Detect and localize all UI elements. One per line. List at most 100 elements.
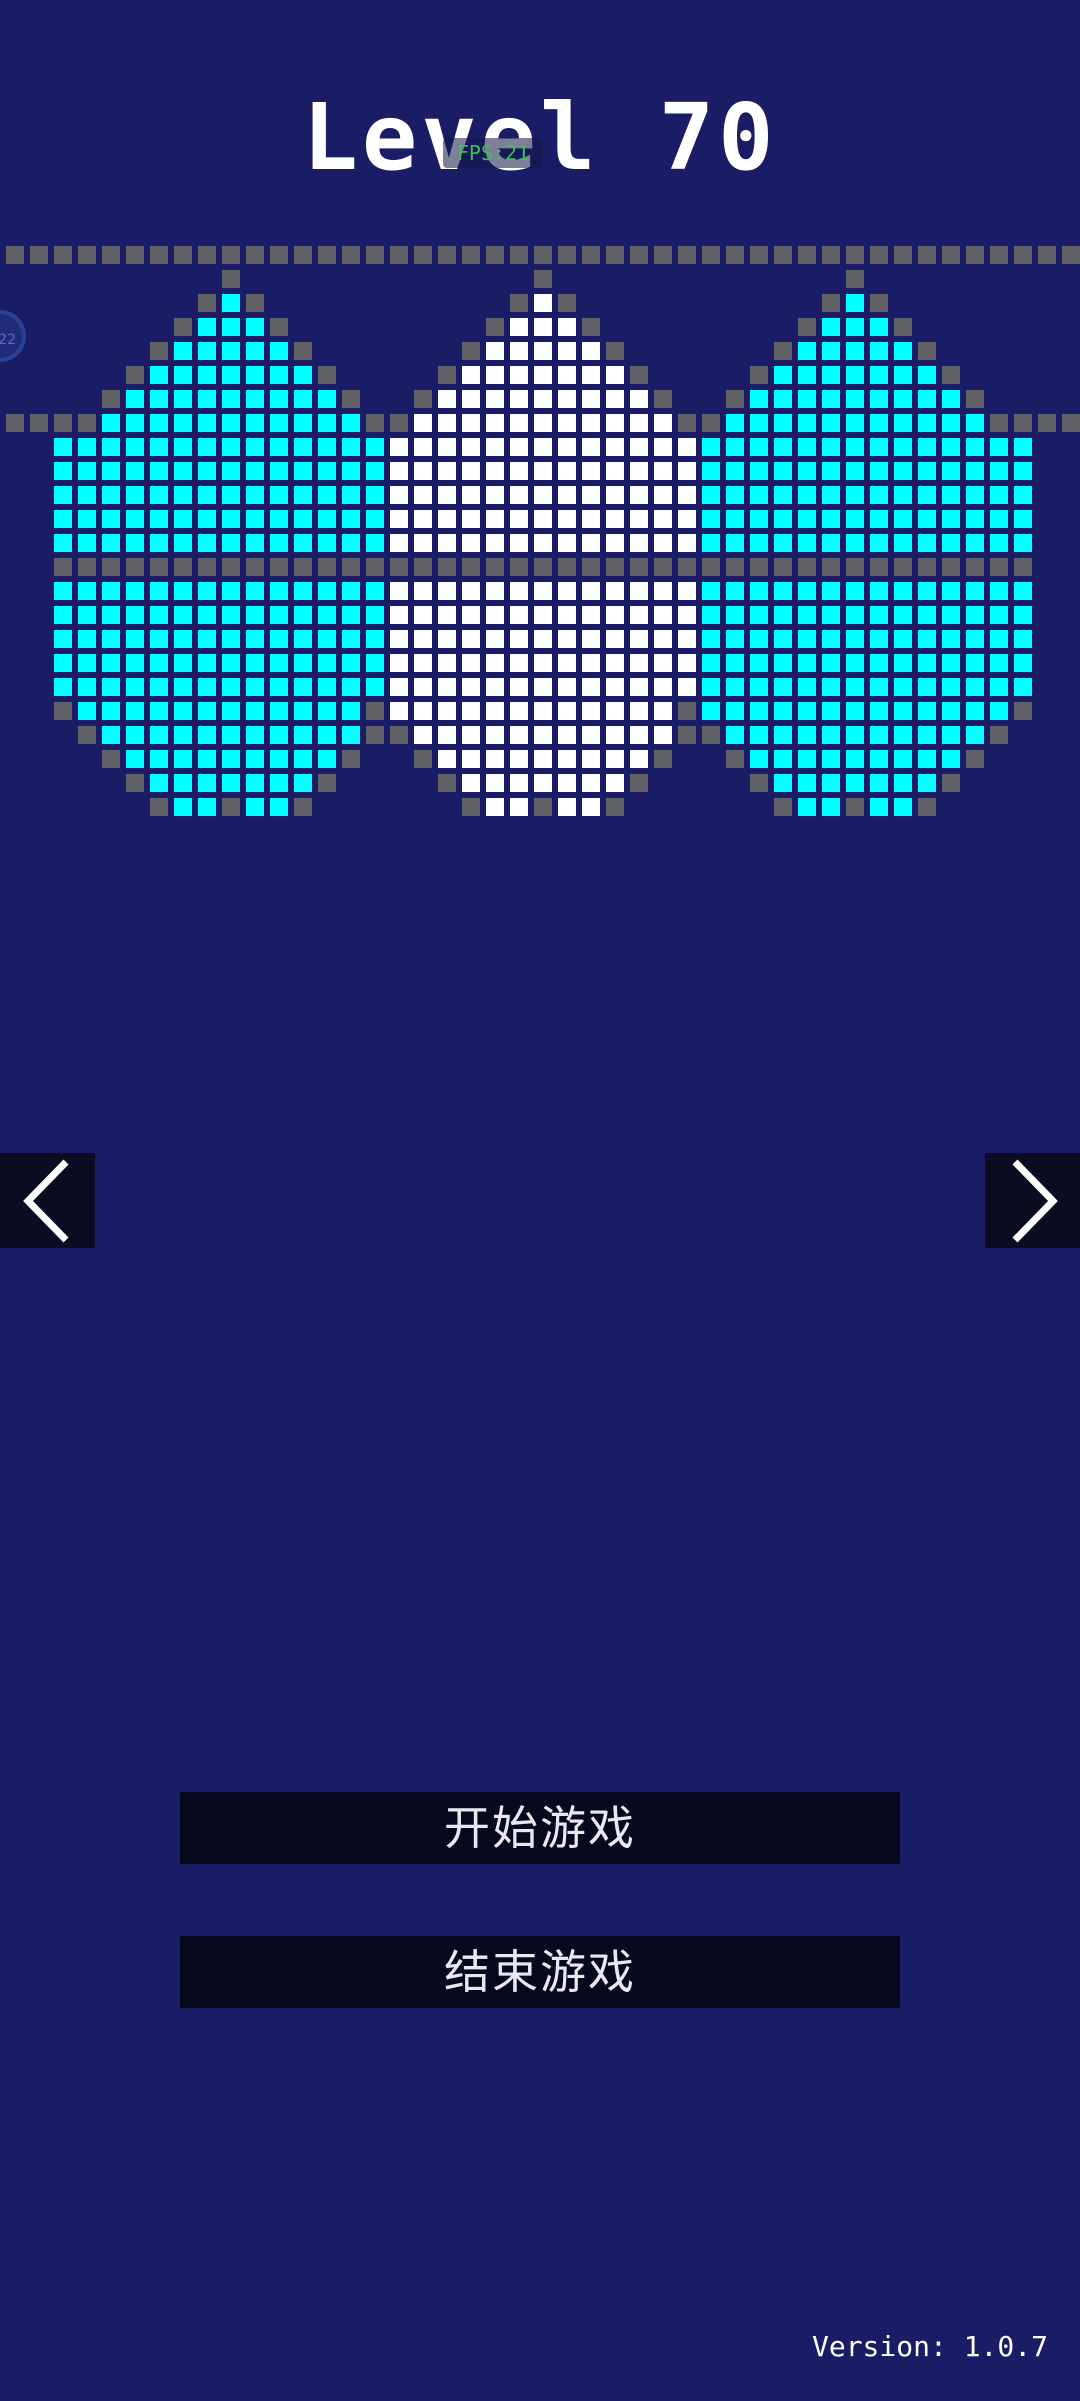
wall-tile <box>774 798 792 816</box>
wall-tile <box>78 558 96 576</box>
cyan-tile <box>78 630 96 648</box>
wall-tile <box>270 318 288 336</box>
white-tile <box>582 438 600 456</box>
wall-tile <box>1062 246 1080 264</box>
cyan-tile <box>822 318 840 336</box>
cyan-tile <box>798 750 816 768</box>
white-tile <box>462 582 480 600</box>
cyan-tile <box>174 462 192 480</box>
cyan-tile <box>942 462 960 480</box>
cyan-tile <box>54 606 72 624</box>
wall-tile <box>678 414 696 432</box>
white-tile <box>414 534 432 552</box>
cyan-tile <box>942 654 960 672</box>
wall-tile <box>1038 414 1056 432</box>
cyan-tile <box>126 654 144 672</box>
cyan-tile <box>246 534 264 552</box>
white-tile <box>606 630 624 648</box>
white-tile <box>582 462 600 480</box>
white-tile <box>630 606 648 624</box>
white-tile <box>582 414 600 432</box>
cyan-tile <box>894 726 912 744</box>
cyan-tile <box>846 606 864 624</box>
cyan-tile <box>102 534 120 552</box>
wall-tile <box>846 270 864 288</box>
cyan-tile <box>246 798 264 816</box>
wall-tile <box>390 414 408 432</box>
white-tile <box>630 390 648 408</box>
cyan-tile <box>246 678 264 696</box>
wall-tile <box>198 246 216 264</box>
previous-level-button[interactable] <box>0 1153 95 1248</box>
white-tile <box>582 390 600 408</box>
cyan-tile <box>222 750 240 768</box>
cyan-tile <box>246 726 264 744</box>
cyan-tile <box>150 774 168 792</box>
cyan-tile <box>774 726 792 744</box>
cyan-tile <box>966 510 984 528</box>
start-game-button[interactable]: 开始游戏 <box>180 1792 900 1864</box>
cyan-tile <box>126 726 144 744</box>
wall-tile <box>126 558 144 576</box>
cyan-tile <box>342 414 360 432</box>
white-tile <box>558 750 576 768</box>
cyan-tile <box>246 390 264 408</box>
cyan-tile <box>174 390 192 408</box>
cyan-tile <box>222 366 240 384</box>
wall-tile <box>534 798 552 816</box>
cyan-tile <box>846 534 864 552</box>
cyan-tile <box>342 486 360 504</box>
cyan-tile <box>798 438 816 456</box>
cyan-tile <box>990 510 1008 528</box>
next-level-button[interactable] <box>985 1153 1080 1248</box>
wall-tile <box>822 294 840 312</box>
white-tile <box>414 486 432 504</box>
cyan-tile <box>294 606 312 624</box>
cyan-tile <box>1014 462 1032 480</box>
cyan-tile <box>78 582 96 600</box>
white-tile <box>630 462 648 480</box>
cyan-tile <box>798 462 816 480</box>
wall-tile <box>750 774 768 792</box>
cyan-tile <box>198 534 216 552</box>
cyan-tile <box>894 342 912 360</box>
white-tile <box>486 534 504 552</box>
cyan-tile <box>750 630 768 648</box>
cyan-tile <box>270 678 288 696</box>
cyan-tile <box>366 678 384 696</box>
wall-tile <box>54 702 72 720</box>
white-tile <box>462 678 480 696</box>
cyan-tile <box>918 366 936 384</box>
cyan-tile <box>366 654 384 672</box>
wall-tile <box>630 774 648 792</box>
white-tile <box>558 654 576 672</box>
wall-tile <box>822 558 840 576</box>
cyan-tile <box>150 438 168 456</box>
cyan-tile <box>246 342 264 360</box>
wall-tile <box>678 246 696 264</box>
wall-tile <box>894 318 912 336</box>
cyan-tile <box>126 606 144 624</box>
white-tile <box>510 798 528 816</box>
white-tile <box>414 510 432 528</box>
cyan-tile <box>894 486 912 504</box>
cyan-tile <box>894 774 912 792</box>
white-tile <box>630 438 648 456</box>
cyan-tile <box>54 462 72 480</box>
cyan-tile <box>870 534 888 552</box>
white-tile <box>606 654 624 672</box>
cyan-tile <box>990 606 1008 624</box>
cyan-tile <box>294 654 312 672</box>
wall-tile <box>246 294 264 312</box>
quit-game-button[interactable]: 结束游戏 <box>180 1936 900 2008</box>
white-tile <box>534 462 552 480</box>
white-tile <box>534 342 552 360</box>
cyan-tile <box>342 702 360 720</box>
white-tile <box>606 750 624 768</box>
white-tile <box>486 750 504 768</box>
white-tile <box>558 678 576 696</box>
white-tile <box>510 606 528 624</box>
white-tile <box>462 534 480 552</box>
cyan-tile <box>966 534 984 552</box>
wall-tile <box>798 318 816 336</box>
